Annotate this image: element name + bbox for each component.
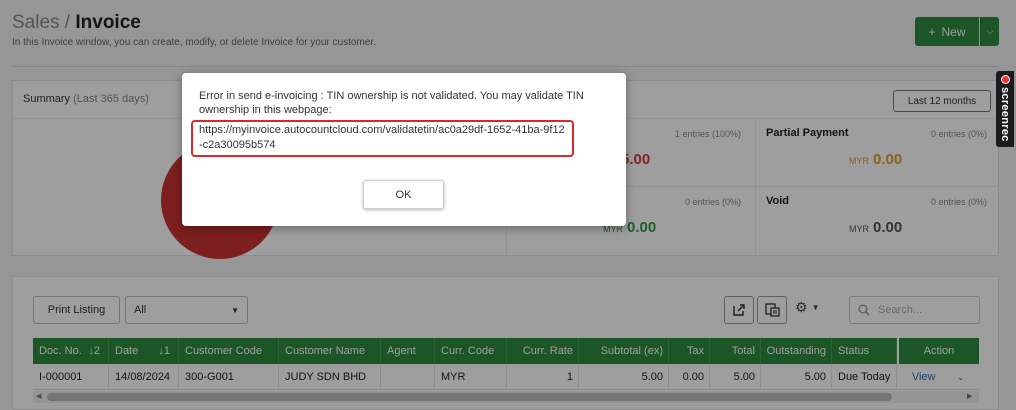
- dialog-message: Error in send e-invoicing : TIN ownershi…: [199, 90, 584, 116]
- ok-button[interactable]: OK: [363, 180, 444, 209]
- screenrec-widget[interactable]: screenrec: [996, 71, 1014, 147]
- record-icon: [1000, 75, 1010, 84]
- validate-tin-link[interactable]: https://myinvoice.autocountcloud.com/val…: [191, 120, 574, 157]
- error-dialog: Error in send e-invoicing : TIN ownershi…: [182, 73, 626, 226]
- screenrec-label: screenrec: [999, 87, 1011, 142]
